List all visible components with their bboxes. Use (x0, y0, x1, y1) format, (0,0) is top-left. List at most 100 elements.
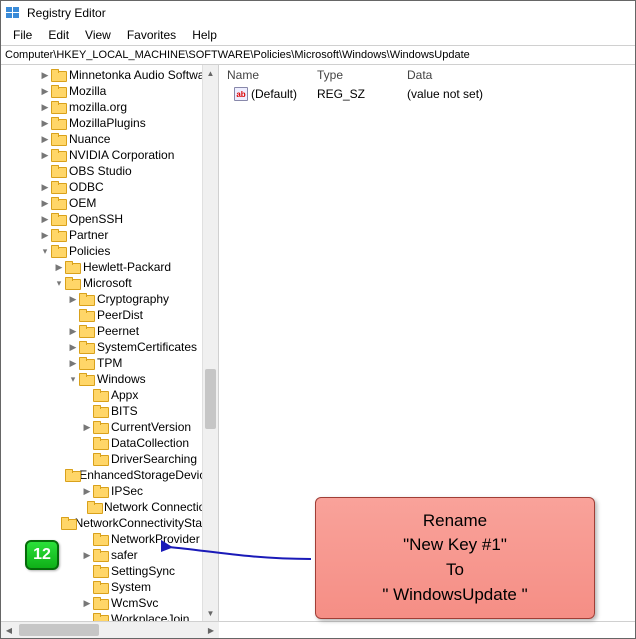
tree-item-wcmsvc[interactable]: ▶WcmSvc (1, 595, 218, 611)
tree-item-mozillaplugins[interactable]: ▶MozillaPlugins (1, 115, 218, 131)
folder-icon (93, 437, 107, 449)
step-badge: 12 (25, 540, 59, 570)
tree-item-odbc[interactable]: ▶ODBC (1, 179, 218, 195)
folder-icon (79, 357, 93, 369)
tree-item-partner[interactable]: ▶Partner (1, 227, 218, 243)
chevron-right-icon[interactable]: ▶ (53, 259, 65, 275)
folder-icon (79, 341, 93, 353)
tree-item-appx[interactable]: Appx (1, 387, 218, 403)
chevron-right-icon[interactable]: ▶ (67, 323, 79, 339)
folder-icon (93, 453, 107, 465)
tree-item-tpm[interactable]: ▶TPM (1, 355, 218, 371)
scroll-left-icon[interactable]: ◀ (1, 622, 17, 638)
chevron-right-icon[interactable]: ▶ (39, 179, 51, 195)
folder-icon (51, 69, 65, 81)
menu-view[interactable]: View (77, 26, 119, 44)
list-row[interactable]: ab (Default) REG_SZ (value not set) (219, 85, 635, 103)
chevron-right-icon[interactable]: ▶ (39, 211, 51, 227)
folder-icon (51, 181, 65, 193)
chevron-right-icon[interactable]: ▶ (81, 483, 93, 499)
cell-data: (value not set) (399, 87, 635, 101)
folder-icon (93, 405, 107, 417)
tree-item-currentversion[interactable]: ▶CurrentVersion (1, 419, 218, 435)
tree-item-mozillaorg[interactable]: ▶mozilla.org (1, 99, 218, 115)
folder-icon (61, 517, 70, 529)
chevron-right-icon[interactable]: ▶ (67, 355, 79, 371)
menu-file[interactable]: File (5, 26, 40, 44)
tree-view[interactable]: ▶Minnetonka Audio Software ▶Mozilla ▶moz… (1, 65, 218, 622)
folder-icon (87, 501, 100, 513)
chevron-right-icon[interactable]: ▶ (39, 227, 51, 243)
tree-item-peerdist[interactable]: PeerDist (1, 307, 218, 323)
tree-item-obs[interactable]: OBS Studio (1, 163, 218, 179)
scroll-track[interactable] (203, 81, 218, 605)
window-title: Registry Editor (27, 6, 106, 20)
folder-icon (93, 597, 107, 609)
scroll-up-icon[interactable]: ▲ (203, 65, 218, 81)
chevron-down-icon[interactable]: ▾ (53, 275, 65, 291)
folder-icon (51, 149, 65, 161)
tree-item-nvidia[interactable]: ▶NVIDIA Corporation (1, 147, 218, 163)
chevron-right-icon[interactable]: ▶ (67, 291, 79, 307)
chevron-right-icon[interactable]: ▶ (39, 99, 51, 115)
menu-help[interactable]: Help (184, 26, 225, 44)
column-data[interactable]: Data (399, 66, 635, 84)
menu-favorites[interactable]: Favorites (119, 26, 184, 44)
tree-item-hp[interactable]: ▶Hewlett-Packard (1, 259, 218, 275)
tree-panel: ▶Minnetonka Audio Software ▶Mozilla ▶moz… (1, 65, 219, 622)
tree-item-bits[interactable]: BITS (1, 403, 218, 419)
chevron-down-icon[interactable]: ▾ (67, 371, 79, 387)
column-name[interactable]: Name (219, 66, 309, 84)
tree-item-system[interactable]: System (1, 579, 218, 595)
tree-item-workplacejoin[interactable]: WorkplaceJoin (1, 611, 218, 622)
tree-item-nuance[interactable]: ▶Nuance (1, 131, 218, 147)
menu-edit[interactable]: Edit (40, 26, 77, 44)
tree-item-ipsec[interactable]: ▶IPSec (1, 483, 218, 499)
tree-item-oem[interactable]: ▶OEM (1, 195, 218, 211)
chevron-down-icon[interactable]: ▾ (39, 243, 51, 259)
folder-icon (65, 277, 79, 289)
tree-item-driversearching[interactable]: DriverSearching (1, 451, 218, 467)
folder-icon (93, 581, 107, 593)
chevron-right-icon[interactable]: ▶ (81, 595, 93, 611)
scroll-thumb[interactable] (205, 369, 216, 429)
chevron-right-icon[interactable]: ▶ (39, 147, 51, 163)
tree-item-datacollection[interactable]: DataCollection (1, 435, 218, 451)
chevron-right-icon[interactable]: ▶ (67, 339, 79, 355)
tree-item-minnetonka[interactable]: ▶Minnetonka Audio Software (1, 67, 218, 83)
chevron-right-icon[interactable]: ▶ (39, 115, 51, 131)
tree-scrollbar-horizontal[interactable]: ◀ ▶ (1, 622, 219, 638)
tree-item-enhancedstorage[interactable]: EnhancedStorageDevices (1, 467, 218, 483)
tree-item-openssh[interactable]: ▶OpenSSH (1, 211, 218, 227)
tree-item-windows[interactable]: ▾Windows (1, 371, 218, 387)
tree-item-cryptography[interactable]: ▶Cryptography (1, 291, 218, 307)
cell-name: ab (Default) (227, 87, 309, 101)
chevron-right-icon[interactable]: ▶ (81, 419, 93, 435)
folder-icon (93, 549, 107, 561)
scroll-track-h[interactable] (17, 622, 203, 638)
chevron-right-icon[interactable]: ▶ (39, 195, 51, 211)
chevron-right-icon[interactable]: ▶ (39, 67, 51, 83)
tree-item-peernet[interactable]: ▶Peernet (1, 323, 218, 339)
tree-item-netconn[interactable]: Network Connections (1, 499, 218, 515)
chevron-right-icon[interactable]: ▶ (81, 547, 93, 563)
scroll-right-icon[interactable]: ▶ (203, 622, 219, 638)
scroll-down-icon[interactable]: ▼ (203, 605, 218, 621)
tree-item-mozilla[interactable]: ▶Mozilla (1, 83, 218, 99)
title-bar: Registry Editor (1, 1, 635, 25)
tree-scrollbar-vertical[interactable]: ▲ ▼ (202, 65, 218, 621)
folder-icon (51, 197, 65, 209)
chevron-right-icon[interactable]: ▶ (39, 83, 51, 99)
folder-icon (65, 261, 79, 273)
scroll-thumb-h[interactable] (19, 624, 99, 636)
chevron-right-icon[interactable]: ▶ (39, 131, 51, 147)
address-bar[interactable]: Computer\HKEY_LOCAL_MACHINE\SOFTWARE\Pol… (1, 45, 635, 65)
tree-item-netconnstat[interactable]: NetworkConnectivityStatus (1, 515, 218, 531)
column-type[interactable]: Type (309, 66, 399, 84)
tree-item-policies[interactable]: ▾Policies (1, 243, 218, 259)
tree-item-systemcerts[interactable]: ▶SystemCertificates (1, 339, 218, 355)
tree-item-microsoft[interactable]: ▾Microsoft (1, 275, 218, 291)
folder-icon (51, 229, 65, 241)
folder-icon (79, 325, 93, 337)
folder-icon (79, 293, 93, 305)
